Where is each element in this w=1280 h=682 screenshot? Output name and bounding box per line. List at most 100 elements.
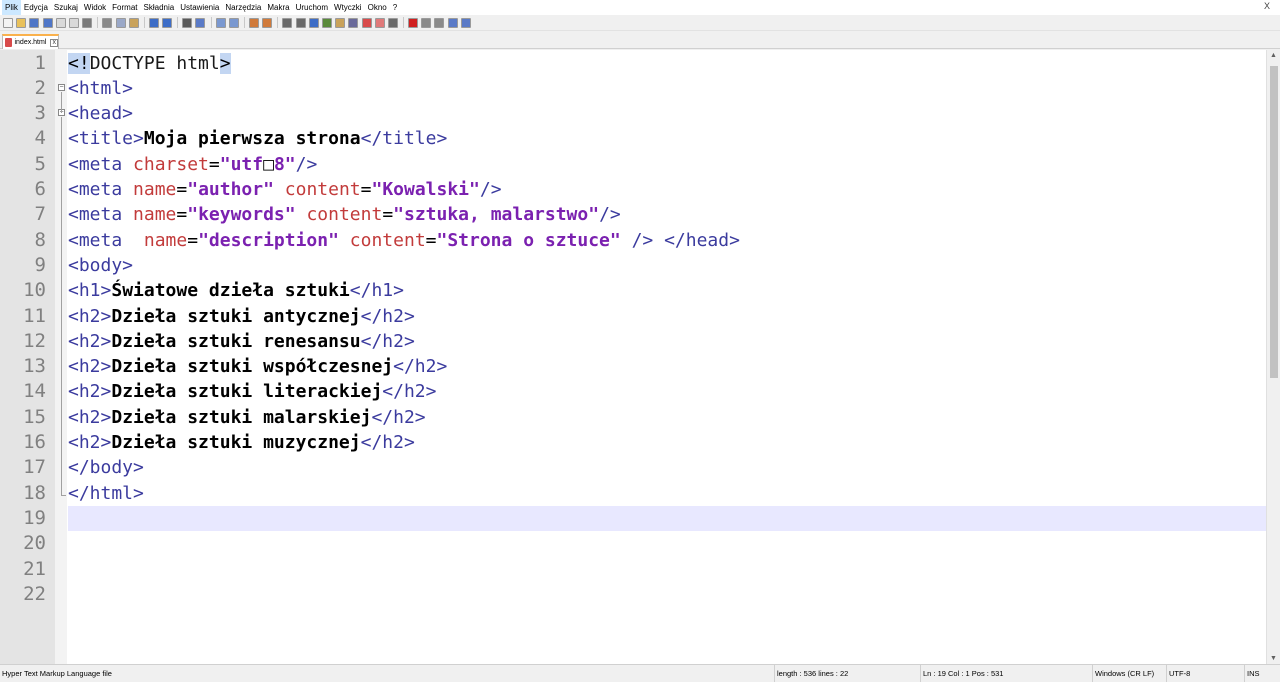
code-token: </h2> bbox=[360, 305, 415, 327]
code-line[interactable]: <h2>Dzieła sztuki malarskiej</h2> bbox=[68, 405, 426, 430]
menu-item[interactable]: Widok bbox=[81, 0, 109, 15]
fold-guide-line bbox=[61, 261, 62, 495]
code-line[interactable]: </html> bbox=[68, 481, 144, 506]
play-macro-icon[interactable] bbox=[434, 17, 445, 28]
status-bar: Hyper Text Markup Language file length :… bbox=[0, 664, 1280, 682]
zoom-out-icon[interactable] bbox=[228, 17, 239, 28]
save-all-icon[interactable] bbox=[42, 17, 53, 28]
code-line[interactable]: <h2>Dzieła sztuki antycznej</h2> bbox=[68, 304, 415, 329]
menu-item[interactable]: Okno bbox=[365, 0, 390, 15]
toolbar-separator bbox=[143, 17, 145, 28]
menu-item[interactable]: Uruchom bbox=[293, 0, 331, 15]
save-macro-icon[interactable] bbox=[460, 17, 471, 28]
code-line[interactable]: <meta name="author" content="Kowalski"/> bbox=[68, 177, 502, 202]
menu-item[interactable]: ? bbox=[390, 0, 400, 15]
scroll-down-icon[interactable]: ▼ bbox=[1270, 655, 1277, 662]
close-document-icon[interactable]: X bbox=[1264, 1, 1270, 11]
code-line[interactable]: <h2>Dzieła sztuki współczesnej</h2> bbox=[68, 354, 447, 379]
redo-icon[interactable] bbox=[162, 17, 173, 28]
open-file-icon[interactable] bbox=[16, 17, 27, 28]
code-line[interactable]: <meta name="description" content="Strona… bbox=[68, 228, 740, 253]
code-line[interactable]: <meta charset="utf□8"/> bbox=[68, 152, 317, 177]
print-icon[interactable] bbox=[82, 17, 93, 28]
code-token: <title> bbox=[68, 128, 144, 150]
code-line[interactable]: <!DOCTYPE html> bbox=[68, 51, 231, 76]
code-line[interactable]: <head> bbox=[68, 101, 133, 126]
code-token: "keywords" bbox=[187, 204, 296, 226]
stop-macro-icon[interactable] bbox=[421, 17, 432, 28]
line-number: 16 bbox=[23, 431, 46, 453]
code-line[interactable]: <h2>Dzieła sztuki literackiej</h2> bbox=[68, 379, 436, 404]
code-token: 8" bbox=[273, 153, 296, 175]
doc-map-icon[interactable] bbox=[335, 17, 346, 28]
menu-item[interactable]: Składnia bbox=[141, 0, 178, 15]
menu-item[interactable]: Makra bbox=[264, 0, 292, 15]
show-all-chars-icon[interactable] bbox=[295, 17, 306, 28]
code-token: content bbox=[349, 229, 426, 251]
menu-item[interactable]: Wtyczki bbox=[331, 0, 365, 15]
copy-icon[interactable] bbox=[115, 17, 126, 28]
code-line[interactable]: <html> bbox=[68, 76, 133, 101]
status-mode: INS bbox=[1244, 665, 1280, 682]
undo-icon[interactable] bbox=[148, 17, 159, 28]
status-length: length : 536 lines : 22 bbox=[774, 665, 920, 682]
menu-item[interactable]: Edycja bbox=[21, 0, 51, 15]
menu-item[interactable]: Format bbox=[109, 0, 140, 15]
replace-icon[interactable] bbox=[195, 17, 206, 28]
save-icon[interactable] bbox=[29, 17, 40, 28]
folder-workspace-icon[interactable] bbox=[361, 17, 372, 28]
code-line[interactable]: <h1>Światowe dzieła sztuki</h1> bbox=[68, 278, 404, 303]
menu-item[interactable]: Szukaj bbox=[51, 0, 81, 15]
toolbar-separator bbox=[177, 17, 179, 28]
code-token: /> bbox=[599, 204, 621, 226]
line-number: 20 bbox=[23, 532, 46, 555]
code-line[interactable]: </body> bbox=[68, 455, 144, 480]
line-number: 11 bbox=[23, 304, 46, 327]
fold-html-icon[interactable]: − bbox=[58, 84, 65, 91]
code-line[interactable]: <h2>Dzieła sztuki renesansu</h2> bbox=[68, 329, 415, 354]
find-icon[interactable] bbox=[182, 17, 193, 28]
user-lang-icon[interactable] bbox=[321, 17, 332, 28]
menu-bar: Plik Edycja Szukaj Widok Format Składnia Ustaw… bbox=[0, 0, 1280, 15]
code-token: Dzieła sztuki muzycznej bbox=[111, 432, 361, 453]
tab-close-icon[interactable]: x bbox=[50, 38, 58, 47]
new-file-icon[interactable] bbox=[3, 17, 13, 28]
menu-item[interactable]: Ustawienia bbox=[177, 0, 222, 15]
menu-item[interactable]: Plik bbox=[2, 0, 21, 15]
line-number: 5 bbox=[34, 152, 46, 175]
menu-item[interactable]: Narzędzia bbox=[222, 0, 264, 15]
vertical-scrollbar[interactable]: ▲ ▼ bbox=[1266, 50, 1280, 664]
code-line[interactable]: <meta name="keywords" content="sztuka, m… bbox=[68, 202, 621, 227]
code-token: □ bbox=[263, 153, 274, 175]
scrollbar-thumb[interactable] bbox=[1270, 66, 1278, 378]
code-token: Światowe dzieła sztuki bbox=[111, 280, 350, 302]
sync-horizontal-icon[interactable] bbox=[262, 17, 273, 28]
code-token: </h2> bbox=[360, 330, 415, 352]
function-list-icon[interactable] bbox=[348, 17, 359, 28]
code-line[interactable]: <title>Moja pierwsza strona</title> bbox=[68, 126, 447, 151]
run-macro-multiple-icon[interactable] bbox=[447, 17, 458, 28]
code-text[interactable]: <!DOCTYPE html> <html> <head> <title>Moja p… bbox=[68, 50, 1266, 664]
code-token: <meta bbox=[68, 204, 134, 226]
indent-guide-icon[interactable] bbox=[308, 17, 319, 28]
monitoring-icon[interactable] bbox=[374, 17, 385, 28]
scroll-up-icon[interactable]: ▲ bbox=[1270, 52, 1277, 59]
word-wrap-icon[interactable] bbox=[282, 17, 293, 28]
code-token: </body> bbox=[68, 457, 144, 479]
line-number: 21 bbox=[23, 557, 46, 580]
paste-icon[interactable] bbox=[128, 17, 139, 28]
code-line[interactable]: <body> bbox=[68, 253, 133, 278]
status-eol: Windows (CR LF) bbox=[1092, 665, 1166, 682]
record-macro-icon[interactable] bbox=[408, 17, 419, 28]
preview-icon[interactable] bbox=[387, 17, 398, 28]
fold-margin[interactable]: − − bbox=[55, 50, 67, 664]
editor-area[interactable]: 12345678910111213141516171819202122 − − … bbox=[0, 50, 1280, 664]
zoom-in-icon[interactable] bbox=[215, 17, 226, 28]
tab-bar: index.html x bbox=[0, 32, 1280, 49]
close-all-icon[interactable] bbox=[68, 17, 79, 28]
cut-icon[interactable] bbox=[102, 17, 113, 28]
sync-vertical-icon[interactable] bbox=[249, 17, 259, 28]
tab-index-html[interactable]: index.html x bbox=[2, 34, 59, 49]
close-file-icon[interactable] bbox=[55, 17, 66, 28]
code-line[interactable]: <h2>Dzieła sztuki muzycznej</h2> bbox=[68, 430, 415, 455]
